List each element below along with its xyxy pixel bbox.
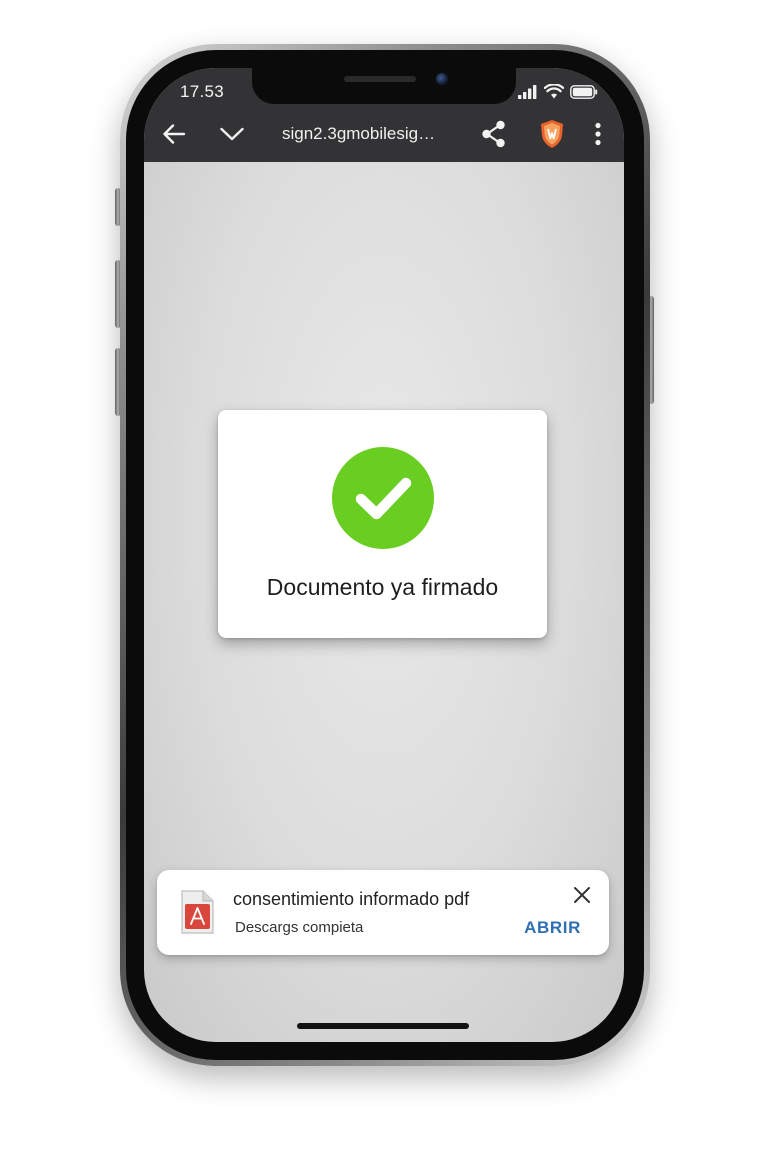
extension-button[interactable] bbox=[532, 114, 572, 158]
open-file-button[interactable]: ABRIR bbox=[524, 918, 581, 938]
chevron-down-icon bbox=[219, 126, 245, 147]
browser-toolbar: sign2.3gmobilesig… bbox=[144, 114, 624, 158]
more-vertical-icon bbox=[594, 122, 602, 151]
earpiece-speaker bbox=[344, 76, 416, 82]
status-icons bbox=[518, 83, 598, 104]
phone-screen: 17.53 sign2.3gmobilesig… Documento ya fi… bbox=[144, 68, 624, 1042]
url-bar[interactable]: sign2.3gmobilesig… bbox=[282, 124, 454, 144]
collapse-button[interactable] bbox=[212, 114, 252, 158]
shield-extension-icon bbox=[540, 119, 564, 154]
signed-status-card: Documento ya firmado bbox=[218, 410, 547, 638]
pdf-file-icon bbox=[180, 890, 214, 934]
device-mockup: 17.53 sign2.3gmobilesig… Documento ya fi… bbox=[0, 0, 768, 1152]
success-badge bbox=[332, 447, 434, 549]
home-indicator[interactable] bbox=[297, 1023, 469, 1029]
arrow-left-icon bbox=[162, 123, 186, 150]
close-icon bbox=[573, 886, 591, 909]
download-status: Descargs compieta bbox=[235, 919, 364, 936]
download-file-name: consentimiento informado pdf bbox=[233, 889, 470, 909]
signal-icon bbox=[518, 84, 538, 104]
browser-top-bar: 17.53 sign2.3gmobilesig… bbox=[144, 68, 624, 162]
dismiss-download-button[interactable] bbox=[569, 884, 595, 910]
display-notch bbox=[252, 68, 516, 104]
menu-button[interactable] bbox=[580, 114, 616, 158]
wifi-icon bbox=[543, 83, 565, 104]
back-button[interactable] bbox=[154, 114, 194, 158]
checkmark-icon bbox=[355, 477, 412, 520]
status-time: 17.53 bbox=[180, 82, 225, 101]
status-message: Documento ya firmado bbox=[266, 574, 499, 600]
battery-icon bbox=[570, 84, 598, 104]
share-button[interactable] bbox=[474, 114, 514, 158]
share-icon bbox=[481, 120, 507, 153]
download-notification: consentimiento informado pdf Descargs co… bbox=[157, 870, 609, 955]
front-camera bbox=[436, 73, 448, 85]
